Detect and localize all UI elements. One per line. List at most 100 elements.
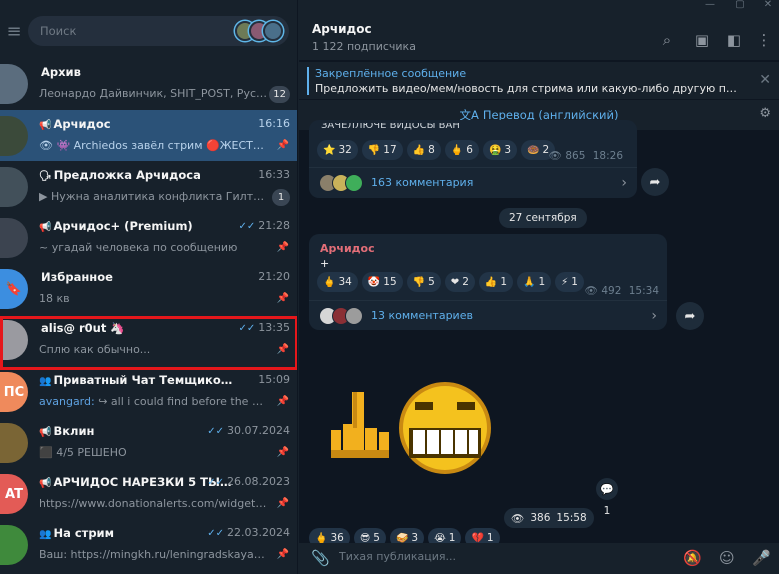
chat-title-text: Вклин — [53, 424, 95, 438]
views-count: 386 — [530, 512, 551, 524]
search-input[interactable] — [40, 24, 241, 38]
read-ticks-icon: ✓✓ — [207, 426, 225, 437]
chat-type-icon: 📢 — [39, 222, 52, 233]
maximize-window-icon[interactable]: ▢ — [731, 0, 749, 10]
chat-preview-text: ↪ all i could find before the offici... — [98, 395, 268, 408]
share-button[interactable]: ➦ — [641, 168, 669, 196]
channel-header[interactable]: Арчидос 1 122 подписчика ⌕ ▣ ◧ ⋮ — ▢ ✕ — [299, 0, 779, 60]
comments-bar[interactable]: 163 комментария › — [309, 167, 637, 197]
reaction-chip[interactable]: 👍 8 — [406, 140, 441, 160]
reaction-chip[interactable]: 🖕 34 — [317, 272, 358, 292]
chat-avatar — [0, 525, 28, 565]
message-text: + — [320, 257, 330, 270]
reaction-chip[interactable]: 🤮 3 — [482, 140, 518, 160]
reaction-emoji-icon: 🍩 — [527, 144, 540, 156]
comment-icon[interactable]: 💬 — [596, 478, 618, 500]
silent-bell-icon[interactable]: 🔕 — [683, 549, 702, 567]
chat-time: 16:33 — [258, 168, 290, 181]
reaction-chip[interactable]: 👎 17 — [361, 140, 403, 160]
views-icon: 👁 — [511, 512, 525, 525]
reaction-emoji-icon: 😎 — [359, 532, 371, 544]
chat-title-text: alis@ r0ut 🦄 — [41, 321, 125, 335]
attach-icon[interactable]: 📎 — [311, 549, 330, 567]
reaction-chip[interactable]: 🖕 6 — [444, 140, 479, 160]
chat-time: ✓✓ 26.08.2023 — [207, 475, 290, 488]
chat-list-item[interactable]: 🗣 Предложка Арчидоса 16:33 ▶ Нужна аналитик… — [0, 161, 297, 212]
chat-list-item[interactable]: alis@ r0ut 🦄 ✓✓ 13:35 Сплю как обычно... 📌 — [0, 314, 297, 365]
chat-list-item[interactable]: 📢 Арчидос 16:16 👁 👾 Archiedos завёл стрим 🔴… — [0, 110, 297, 161]
chat-list-item[interactable]: 🔖 Избранное 21:20 18 кв 📌 — [0, 263, 297, 314]
message-meta: 👁 492 15:34 — [585, 284, 659, 297]
minimize-window-icon[interactable]: — — [701, 0, 719, 10]
chat-list-item[interactable]: 👥 На стрим ✓✓ 22.03.2024 Ваш: https://mingkh… — [0, 519, 297, 570]
reaction-chip[interactable]: ❤ 2 — [444, 272, 475, 292]
read-ticks-icon: ✓✓ — [207, 528, 225, 539]
reaction-chip[interactable]: 🤡 15 — [361, 272, 403, 292]
sticker-middle-finger-laughing — [331, 382, 491, 474]
commenter-avatar — [345, 173, 363, 192]
commenter-avatars — [319, 173, 363, 192]
close-pinned-icon[interactable]: ✕ — [759, 72, 771, 88]
story-avatar[interactable] — [263, 21, 283, 41]
chat-preview-text: ⬛ 4/5 РЕШЕНО — [39, 446, 127, 459]
chat-avatar — [0, 64, 28, 104]
chat-title-text: Предложка Арчидоса — [53, 168, 201, 182]
translate-settings-icon[interactable]: ⚙ — [759, 106, 771, 121]
reaction-count: 2 — [462, 276, 469, 288]
reaction-count: 8 — [428, 144, 435, 156]
comments-button[interactable]: 💬 1 — [595, 478, 619, 517]
channel-name[interactable]: Арчидос — [312, 22, 372, 36]
chat-list-item[interactable]: Архив Леонардо Дайвинчик, SHIT_POST, Русс… — [0, 58, 297, 109]
chat-avatar: ПС — [0, 372, 28, 412]
reaction-count: 3 — [504, 144, 512, 156]
chat-list-item[interactable]: 📢 Арчидос+ (Premium) ✓✓ 21:28 ~ угадай челов… — [0, 212, 297, 263]
chat-title: 📢 Арчидос+ (Premium) — [39, 219, 238, 233]
stories-avatars[interactable] — [235, 21, 283, 41]
reaction-chip[interactable]: ⭐ 32 — [317, 140, 358, 160]
chat-time: ✓✓ 22.03.2024 — [207, 526, 290, 539]
reaction-chip[interactable]: 👎 5 — [406, 272, 441, 292]
chat-title-text: Приватный Чат Темщиков (ПЧТ) Chat — [53, 373, 238, 387]
message-author[interactable]: Арчидос — [320, 242, 375, 255]
chat-type-icon: 👥 — [39, 376, 52, 387]
chat-time-text: 16:33 — [258, 168, 290, 181]
chat-avatar: 🔖 — [0, 269, 28, 309]
reaction-chip[interactable]: ⚡ 1 — [555, 272, 584, 292]
microphone-icon[interactable]: 🎤 — [752, 549, 771, 567]
chat-avatar — [0, 423, 28, 463]
comments-count: 163 комментария — [371, 176, 474, 189]
share-button[interactable]: ➦ — [676, 302, 704, 330]
chat-list-item[interactable]: ПС 👥Приватный Чат Темщиков (ПЧТ) Chat 15:0… — [0, 366, 297, 417]
compose-bar: 📎 🔕 ☺ 🎤 — [299, 543, 779, 574]
reaction-count: 6 — [466, 144, 473, 156]
chat-list-item[interactable]: 📢 Вклин ✓✓ 30.07.2024 ⬛ 4/5 РЕШЕНО 📌 — [0, 417, 297, 468]
live-stream-icon[interactable]: ▣ — [692, 30, 712, 50]
more-options-icon[interactable]: ⋮ — [754, 30, 774, 50]
chat-preview-text: 👁 👾 Archiedos завёл стрим 🔴ЖЕСТЬ... — [39, 139, 268, 152]
close-window-icon[interactable]: ✕ — [759, 0, 777, 10]
pinned-title: Закреплённое сообщение — [315, 67, 467, 80]
emoji-icon[interactable]: ☺ — [719, 549, 735, 567]
chat-time-text: 21:20 — [258, 270, 290, 283]
commenter-avatars — [319, 306, 363, 325]
chat-preview: ⬛ 4/5 РЕШЕНО — [39, 446, 268, 459]
reaction-emoji-icon: 🖕 — [450, 144, 464, 156]
search-box[interactable] — [28, 16, 289, 46]
chat-type-icon: 📢 — [39, 427, 52, 438]
pinned-message-bar[interactable]: Закреплённое сообщение Предложить видео/… — [299, 61, 779, 99]
reaction-chip[interactable]: 👍 1 — [478, 272, 514, 292]
chat-title-text: Арчидос — [53, 117, 111, 131]
message-input[interactable] — [339, 550, 639, 563]
chat-title: alis@ r0ut 🦄 — [39, 321, 238, 335]
chat-time: 16:16 — [258, 117, 290, 130]
chat-time: ✓✓ 30.07.2024 — [207, 424, 290, 437]
chat-list-item[interactable]: AT 📢 АРЧИДОС НАРЕЗКИ 5 ТЫЩ ... ✓✓ 26.08.2023… — [0, 468, 297, 519]
chat-preview: 👁 👾 Archiedos завёл стрим 🔴ЖЕСТЬ... — [39, 139, 268, 152]
sidebar-toggle-icon[interactable]: ◧ — [724, 30, 744, 50]
hamburger-menu-icon[interactable]: ≡ — [0, 17, 28, 45]
comments-bar[interactable]: 13 комментариев › — [309, 300, 667, 330]
search-icon[interactable]: ⌕ — [657, 30, 677, 50]
chat-preview: Ваш: https://mingkh.ru/leningradskaya-ob… — [39, 548, 268, 561]
commenter-avatar — [345, 306, 363, 325]
reaction-chip[interactable]: 🙏 1 — [517, 272, 552, 292]
